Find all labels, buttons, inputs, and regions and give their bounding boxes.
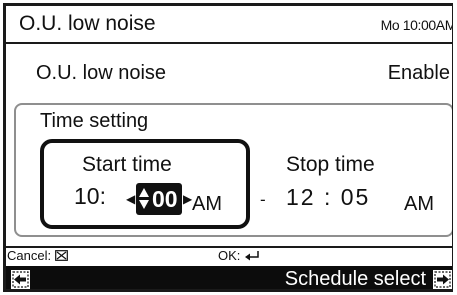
back-icon[interactable] xyxy=(10,269,31,290)
schedule-select-label[interactable]: Schedule select xyxy=(285,268,426,289)
ok-hint: OK: xyxy=(218,248,260,263)
ok-hint-label: OK: xyxy=(218,248,241,263)
key-hint-bar: Cancel: OK: xyxy=(6,246,452,263)
controller-screen: O.U. low noise Mo 10:00AM O.U. low noise… xyxy=(3,3,453,292)
stop-ampm[interactable]: AM xyxy=(404,193,434,216)
start-minute-value: 00 xyxy=(152,186,178,212)
screen-title: O.U. low noise xyxy=(19,12,156,35)
setting-row[interactable]: O.U. low noise Enable xyxy=(6,44,452,88)
enter-icon xyxy=(245,251,259,261)
start-ampm[interactable]: AM xyxy=(192,193,222,216)
cancel-hint-label: Cancel: xyxy=(7,248,52,263)
left-arrow-icon: ◀ xyxy=(126,192,136,206)
clock-display: Mo 10:00AM xyxy=(380,17,453,33)
setting-label: O.U. low noise xyxy=(36,62,167,84)
start-time-selector[interactable]: Start time 10: ◀ 00 ▶ AM xyxy=(40,139,250,229)
setting-value: Enable xyxy=(387,62,450,84)
stop-time-label: Stop time xyxy=(286,153,375,176)
time-setting-title: Time setting xyxy=(40,110,149,132)
cancel-button-icon xyxy=(54,250,68,261)
start-time-label: Start time xyxy=(82,153,172,176)
cancel-hint: Cancel: xyxy=(7,248,68,263)
right-arrow-icon: ▶ xyxy=(183,192,193,206)
title-bar: O.U. low noise Mo 10:00AM xyxy=(6,6,453,44)
stop-time-value[interactable]: 12 : 05 xyxy=(286,184,370,211)
time-setting-panel: Time setting Start time 10: ◀ 00 ▶ AM - … xyxy=(14,103,452,237)
time-separator: - xyxy=(260,190,266,209)
up-down-arrow-icon xyxy=(139,188,150,210)
start-hour[interactable]: 10: xyxy=(74,183,106,210)
forward-icon[interactable] xyxy=(432,269,453,290)
bottom-action-bar: Schedule select xyxy=(6,266,453,290)
start-minute-field[interactable]: 00 xyxy=(136,183,182,215)
